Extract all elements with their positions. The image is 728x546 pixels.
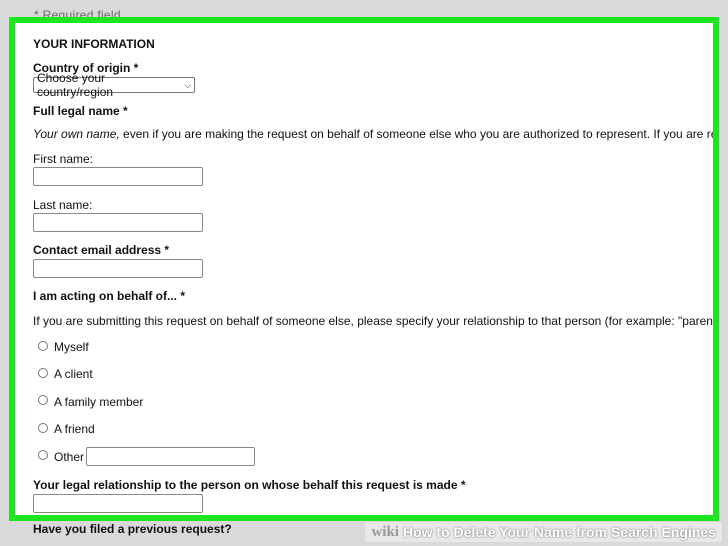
full-legal-name-help-rest: even if you are making the request on be… (119, 127, 719, 141)
last-name-input[interactable] (33, 213, 203, 232)
radio-other[interactable] (38, 450, 48, 460)
legal-relationship-label: Your legal relationship to the person on… (33, 478, 466, 492)
radio-family-member[interactable] (38, 395, 48, 405)
full-legal-name-help: Your own name, even if you are making th… (33, 127, 719, 141)
form-content: YOUR INFORMATION Country of origin * Cho… (15, 23, 713, 515)
acting-on-behalf-help: If you are submitting this request on be… (33, 314, 719, 328)
email-input[interactable] (33, 259, 203, 278)
wiki-logo-text: wiki (371, 523, 399, 540)
radio-myself-label: Myself (54, 340, 89, 354)
full-legal-name-label: Full legal name * (33, 104, 128, 118)
email-label: Contact email address * (33, 243, 170, 257)
radio-client-label: A client (54, 367, 93, 381)
radio-friend-label: A friend (54, 422, 95, 436)
first-name-input[interactable] (33, 167, 203, 186)
legal-relationship-input[interactable] (33, 494, 203, 513)
country-select-value: Choose your country/region (37, 71, 114, 99)
highlight-frame: YOUR INFORMATION Country of origin * Cho… (9, 17, 719, 521)
country-select[interactable]: Choose your country/region ⌵ (33, 71, 195, 99)
article-title: How to Delete Your Name from Search Engi… (402, 524, 716, 540)
first-name-label: First name: (33, 152, 94, 166)
radio-friend[interactable] (38, 423, 48, 433)
wikihow-watermark: wiki How to Delete Your Name from Search… (365, 522, 722, 542)
full-legal-name-help-italic: Your own name, (33, 127, 120, 141)
acting-on-behalf-label: I am acting on behalf of... * (33, 289, 186, 303)
section-title: YOUR INFORMATION (33, 37, 155, 51)
radio-client[interactable] (38, 368, 48, 378)
radio-myself[interactable] (38, 341, 48, 351)
last-name-label: Last name: (33, 198, 93, 212)
other-relationship-input[interactable] (86, 447, 255, 466)
radio-family-member-label: A family member (54, 395, 144, 409)
radio-other-label: Other (54, 450, 85, 464)
previous-request-question: Have you filed a previous request? (33, 522, 232, 536)
chevron-down-icon: ⌵ (184, 79, 191, 90)
